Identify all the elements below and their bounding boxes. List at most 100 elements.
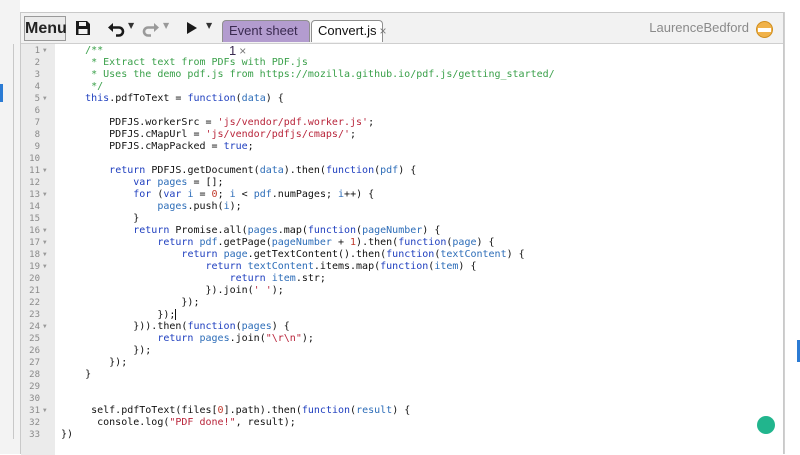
undo-icon[interactable] <box>106 19 126 37</box>
code-text: this.pdfToText = function(data) { <box>61 93 284 105</box>
line-number: 21 <box>29 286 40 296</box>
save-icon[interactable] <box>74 19 92 37</box>
code-line[interactable]: 12 var pages = []; <box>21 177 783 189</box>
code-line[interactable]: 25 return pages.join("\r\n"); <box>21 333 783 345</box>
undo-history-chevron-down-icon[interactable]: ▼ <box>128 21 134 30</box>
code-token: result <box>356 405 393 416</box>
status-indicator[interactable] <box>757 416 775 434</box>
code-token: Promise.all( <box>169 225 248 236</box>
fold-toggle-icon[interactable]: ▼ <box>43 45 47 57</box>
code-line[interactable]: 31 ▼ self.pdfToText(files[0].path).then(f… <box>21 405 783 417</box>
code-line[interactable]: 23 }); <box>21 309 783 321</box>
code-token: return <box>181 249 218 260</box>
code-line[interactable]: 22 }); <box>21 297 783 309</box>
fold-toggle-icon[interactable]: ▼ <box>43 261 47 273</box>
code-line[interactable]: 6 <box>21 105 783 117</box>
code-line[interactable]: 27 }); <box>21 357 783 369</box>
code-text: return Promise.all(pages.map(function(pa… <box>61 225 440 237</box>
code-token: pages <box>241 321 272 332</box>
code-line[interactable]: 16 ▼ return Promise.all(pages.map(functio… <box>21 225 783 237</box>
code-line[interactable]: 30 <box>21 393 783 405</box>
code-text: return page.getTextContent().then(functi… <box>61 249 524 261</box>
code-area[interactable]: 1 ▼ /** 2 * Extract text from PDFs with PD… <box>21 44 783 455</box>
line-number: 11 <box>29 166 40 176</box>
line-number: 19 <box>29 262 40 272</box>
code-line[interactable]: 33}) <box>21 429 783 441</box>
fold-toggle-icon[interactable]: ▼ <box>43 321 47 333</box>
code-token: ; <box>247 141 254 152</box>
code-text: return pages.join("\r\n"); <box>61 333 314 345</box>
code-text: PDFJS.cMapPacked = true; <box>61 141 254 153</box>
redo-history-chevron-down-icon[interactable]: ▼ <box>163 21 169 30</box>
fold-toggle-icon[interactable]: ▼ <box>43 405 47 417</box>
code-line[interactable]: 4 */ <box>21 81 783 93</box>
line-number: 31 <box>29 406 40 416</box>
code-line[interactable]: 28 } <box>21 369 783 381</box>
code-token: .items.map( <box>313 261 381 272</box>
fold-toggle-icon[interactable]: ▼ <box>43 93 47 105</box>
play-icon[interactable] <box>185 19 199 37</box>
code-line[interactable]: 24 ▼ })).then(function(pages) { <box>21 321 783 333</box>
code-line[interactable]: 29 <box>21 381 783 393</box>
code-line[interactable]: 11 ▼ return PDFJS.getDocument(data).then(… <box>21 165 783 177</box>
code-line[interactable]: 21 }).join(' '); <box>21 285 783 297</box>
code-token: item <box>271 273 296 284</box>
code-token: ).then( <box>283 165 326 176</box>
code-line[interactable]: 32 console.log("PDF done!", result); <box>21 417 783 429</box>
user-name[interactable]: LaurenceBedford <box>649 20 749 35</box>
code-token: ); <box>229 201 242 212</box>
code-line[interactable]: 5 ▼ this.pdfToText = function(data) { <box>21 93 783 105</box>
code-token: 'js/vendor/pdf.worker.js' <box>217 117 369 128</box>
code-token: "\r\n" <box>265 333 302 344</box>
line-number: 10 <box>29 154 40 164</box>
line-number: 3 <box>34 70 40 80</box>
code-line[interactable]: 8 PDFJS.cMapUrl = 'js/vendor/pdfjs/cmaps… <box>21 129 783 141</box>
code-line[interactable]: 9 PDFJS.cMapPacked = true; <box>21 141 783 153</box>
line-number: 23 <box>29 310 40 320</box>
tab-convert-js[interactable]: Convert.js × <box>311 20 387 42</box>
code-token: self.pdfToText(files[ <box>61 405 218 416</box>
code-line[interactable]: 17 ▼ return pdf.getPage(pageNumber + 1).t… <box>21 237 783 249</box>
code-line[interactable]: 18 ▼ return page.getTextContent().then(fu… <box>21 249 783 261</box>
fold-toggle-icon[interactable]: ▼ <box>43 237 47 249</box>
fold-toggle-icon[interactable]: ▼ <box>43 225 47 237</box>
fold-toggle-icon[interactable]: ▼ <box>43 165 47 177</box>
right-panel-divider <box>784 12 785 454</box>
code-line[interactable]: 26 }); <box>21 345 783 357</box>
code-line[interactable]: 1 ▼ /** <box>21 45 783 57</box>
code-line[interactable]: 14 pages.push(i); <box>21 201 783 213</box>
code-token: this <box>85 93 110 104</box>
fold-toggle-icon[interactable]: ▼ <box>43 189 47 201</box>
close-icon[interactable]: × <box>380 24 387 38</box>
code-token: ].path).then( <box>223 405 302 416</box>
code-token: < <box>235 189 254 200</box>
play-options-chevron-down-icon[interactable]: ▼ <box>206 21 212 30</box>
code-line[interactable]: 10 <box>21 153 783 165</box>
code-token: ) { <box>271 321 290 332</box>
code-token: page <box>223 249 248 260</box>
code-line[interactable]: 3 * Uses the demo pdf.js from https://mo… <box>21 69 783 81</box>
code-line[interactable]: 15 } <box>21 213 783 225</box>
code-token: .pdfToText = <box>109 93 188 104</box>
menu-button[interactable]: Menu <box>24 16 67 41</box>
code-token: pages <box>157 177 188 188</box>
code-line[interactable]: 7 PDFJS.workerSrc = 'js/vendor/pdf.worke… <box>21 117 783 129</box>
code-text: }) <box>61 429 73 441</box>
code-line[interactable]: 2 * Extract text from PDFs with PDF.js <box>21 57 783 69</box>
line-number: 12 <box>29 178 40 188</box>
code-line[interactable]: 19 ▼ return textContent.items.map(functio… <box>21 261 783 273</box>
line-number: 1 <box>34 46 40 56</box>
code-line[interactable]: 13 ▼ for (var i = 0; i < pdf.numPages; i+… <box>21 189 783 201</box>
code-line[interactable]: 20 return item.str; <box>21 273 783 285</box>
code-token: pages <box>199 333 230 344</box>
tab-event-sheet-1[interactable]: Event sheet 1 × <box>222 20 310 58</box>
redo-icon[interactable] <box>141 19 161 37</box>
fold-toggle-icon[interactable]: ▼ <box>43 249 47 261</box>
user-badge-icon[interactable] <box>756 21 773 38</box>
code-text: })).then(function(pages) { <box>61 321 290 333</box>
